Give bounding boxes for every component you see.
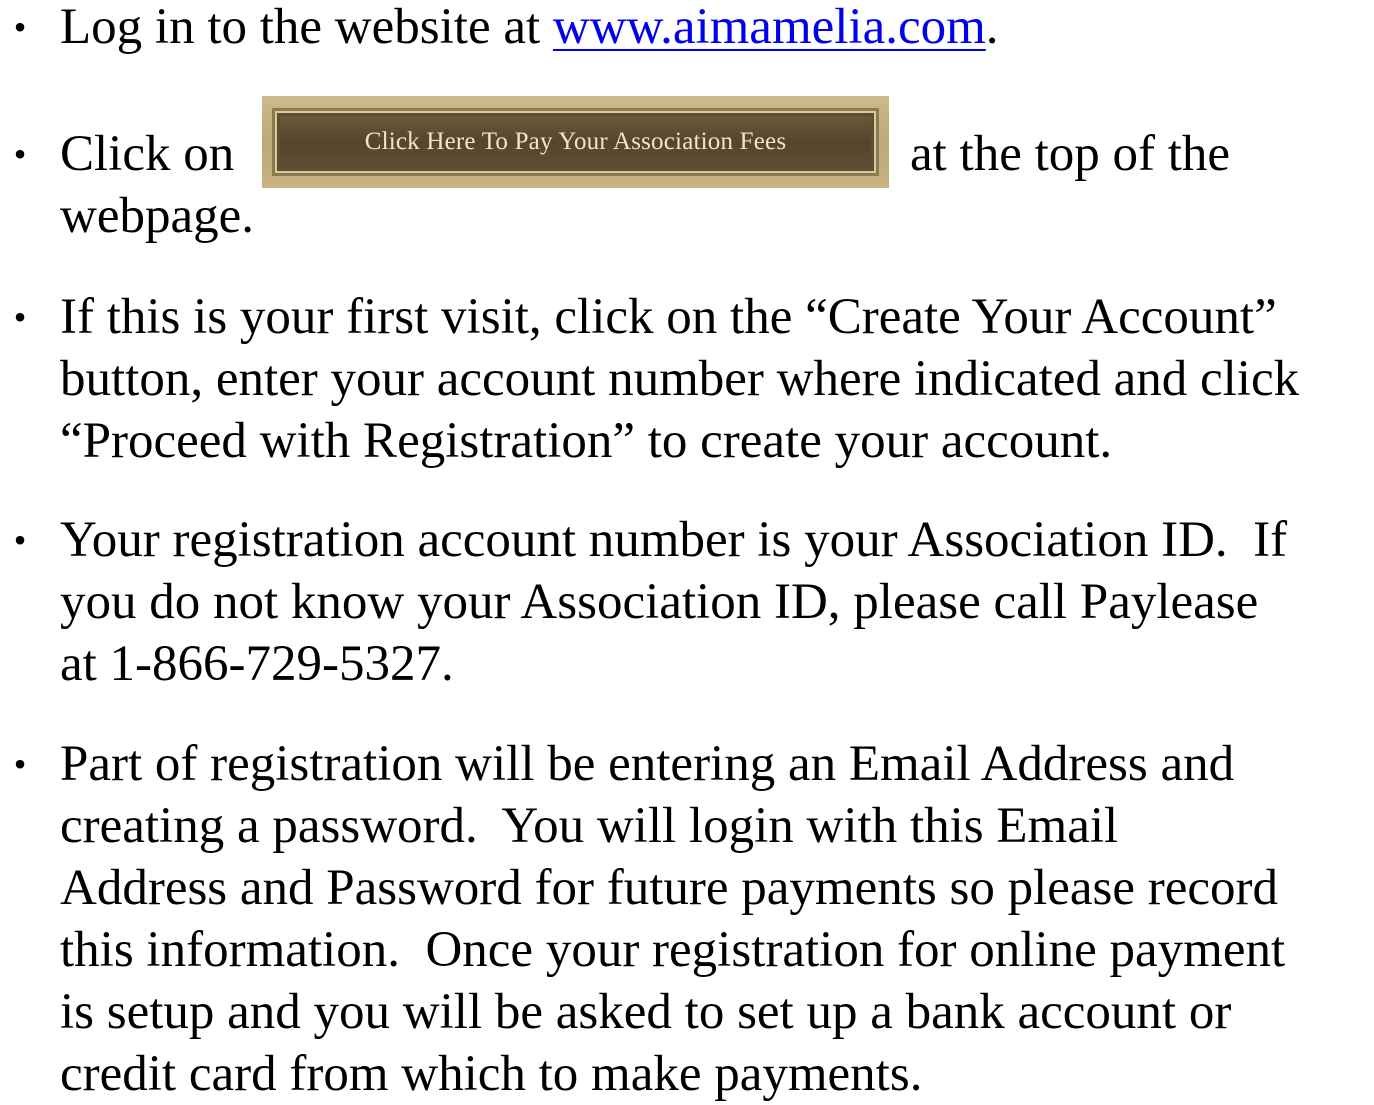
instruction-line: you do not know your Association ID, ple…: [60, 574, 1259, 630]
instruction-line: Your registration account number is your…: [60, 512, 1288, 568]
website-link[interactable]: www.aimamelia.com: [553, 0, 986, 55]
bullet-icon: •: [13, 134, 27, 174]
instruction-line: creating a password. You will login with…: [60, 798, 1119, 854]
instruction-item-login: • Log in to the website at www.aimamelia…: [14, 0, 1365, 58]
instruction-line: Part of registration will be entering an…: [60, 736, 1235, 792]
instruction-text: Click on: [60, 126, 235, 182]
instruction-item-registration-details: • Part of registration will be entering …: [14, 733, 1365, 1105]
pay-button-label: Click Here To Pay Your Association Fees: [364, 128, 787, 155]
instruction-line: at 1-866-729-5327.: [60, 636, 454, 692]
pay-association-fees-button[interactable]: Click Here To Pay Your Association Fees: [262, 96, 889, 188]
instruction-item-create-account: • If this is your first visit, click on …: [14, 286, 1365, 472]
pay-button-face: Click Here To Pay Your Association Fees: [272, 108, 879, 176]
instruction-line: credit card from which to make payments.: [60, 1046, 923, 1102]
instruction-item-pay-button: • Click on Click Here To Pay Your Associ…: [14, 96, 1365, 247]
instruction-item-association-id: • Your registration account number is yo…: [14, 509, 1365, 695]
bullet-icon: •: [13, 7, 27, 47]
instruction-text: Log in to the website at: [60, 0, 553, 55]
instruction-line: is setup and you will be asked to set up…: [60, 984, 1232, 1040]
instruction-line: button, enter your account number where …: [60, 351, 1300, 407]
instruction-text: webpage.: [60, 188, 254, 244]
bullet-icon: •: [13, 520, 27, 560]
bullet-icon: •: [13, 744, 27, 784]
instructions-page: • Log in to the website at www.aimamelia…: [0, 0, 1374, 1102]
instruction-text: .: [985, 0, 999, 55]
instruction-text: at the top of the: [910, 126, 1231, 182]
bullet-icon: •: [13, 297, 27, 337]
instruction-line: this information. Once your registration…: [60, 922, 1286, 978]
instruction-line: Address and Password for future payments…: [60, 860, 1278, 916]
instruction-line: If this is your first visit, click on th…: [60, 289, 1277, 345]
instruction-line: “Proceed with Registration” to create yo…: [60, 413, 1113, 469]
